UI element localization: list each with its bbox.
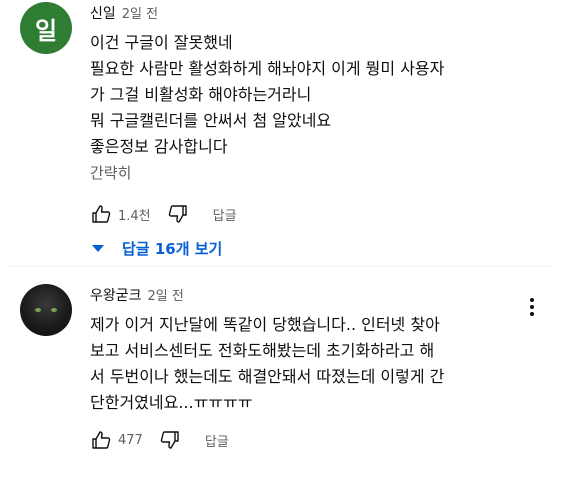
comment-line: 제가 이거 지난달에 똑같이 당했습니다.. 인터넷 찾아 xyxy=(90,315,440,334)
author-name[interactable]: 우왕굳크 xyxy=(90,288,142,304)
view-replies-label: 답글 16개 보기 xyxy=(122,240,223,258)
comment-line: 필요한 사람만 활성화하게 해놔야지 이게 뭥미 사용자 xyxy=(90,59,445,78)
comment-time[interactable]: 2일 전 xyxy=(122,7,158,22)
comment-text: 제가 이거 지난달에 똑같이 당했습니다.. 인터넷 찾아 보고 서비스센터도 … xyxy=(90,312,444,416)
comment-time[interactable]: 2일 전 xyxy=(148,289,184,304)
chevron-down-icon xyxy=(92,245,104,252)
divider xyxy=(10,266,550,267)
avatar[interactable] xyxy=(20,284,72,336)
comment-actions: 477 답글 xyxy=(90,430,229,450)
like-icon[interactable] xyxy=(90,204,112,224)
comment-header: 신일 2일 전 xyxy=(90,3,158,23)
comment-thread: 우왕굳크 2일 전 제가 이거 지난달에 똑같이 당했습니다.. 인터넷 찾아 보… xyxy=(10,270,550,458)
like-count: 1.4천 xyxy=(118,208,151,224)
comment-thread: 일 신일 2일 전 이건 구글이 잘못했네 필요한 사람만 활성화하게 해놔야지 … xyxy=(10,0,550,266)
author-name[interactable]: 신일 xyxy=(90,6,116,22)
like-count: 477 xyxy=(118,432,143,448)
avatar-letter: 일 xyxy=(34,16,58,45)
comment-line: 보고 서비스센터도 전화도해봤는데 초기화하라고 해 xyxy=(90,341,435,360)
reply-button[interactable]: 답글 xyxy=(205,431,229,450)
comment-line: 단한거였네요...ㅠㅠㅠㅠ xyxy=(90,393,253,412)
more-actions-icon[interactable] xyxy=(526,298,538,316)
avatar-cat-eye xyxy=(35,308,41,312)
reply-button[interactable]: 답글 xyxy=(213,205,237,224)
view-replies-button[interactable]: 답글 16개 보기 xyxy=(90,238,222,259)
comment-line: 가 그걸 비활성화 해야하는거라니 xyxy=(90,85,312,104)
comment-text: 이건 구글이 잘못했네 필요한 사람만 활성화하게 해놔야지 이게 뭥미 사용자… xyxy=(90,30,444,160)
comment-line: 좋은정보 감사합니다 xyxy=(90,137,228,156)
avatar[interactable]: 일 xyxy=(20,2,72,54)
comment-line: 이건 구글이 잘못했네 xyxy=(90,33,233,52)
dislike-icon[interactable] xyxy=(167,204,189,224)
comment-line: 뭐 구글캘린더를 안써서 첨 알았네요 xyxy=(90,111,332,130)
dislike-icon[interactable] xyxy=(159,430,181,450)
show-less-button[interactable]: 간략히 xyxy=(90,162,131,183)
comment-actions: 1.4천 답글 xyxy=(90,204,237,224)
comment-header: 우왕굳크 2일 전 xyxy=(90,285,184,305)
like-icon[interactable] xyxy=(90,430,112,450)
comment-line: 서 두번이나 했는데도 해결안돼서 따졌는데 이렇게 간 xyxy=(90,367,445,386)
avatar-cat-eye xyxy=(51,308,57,312)
